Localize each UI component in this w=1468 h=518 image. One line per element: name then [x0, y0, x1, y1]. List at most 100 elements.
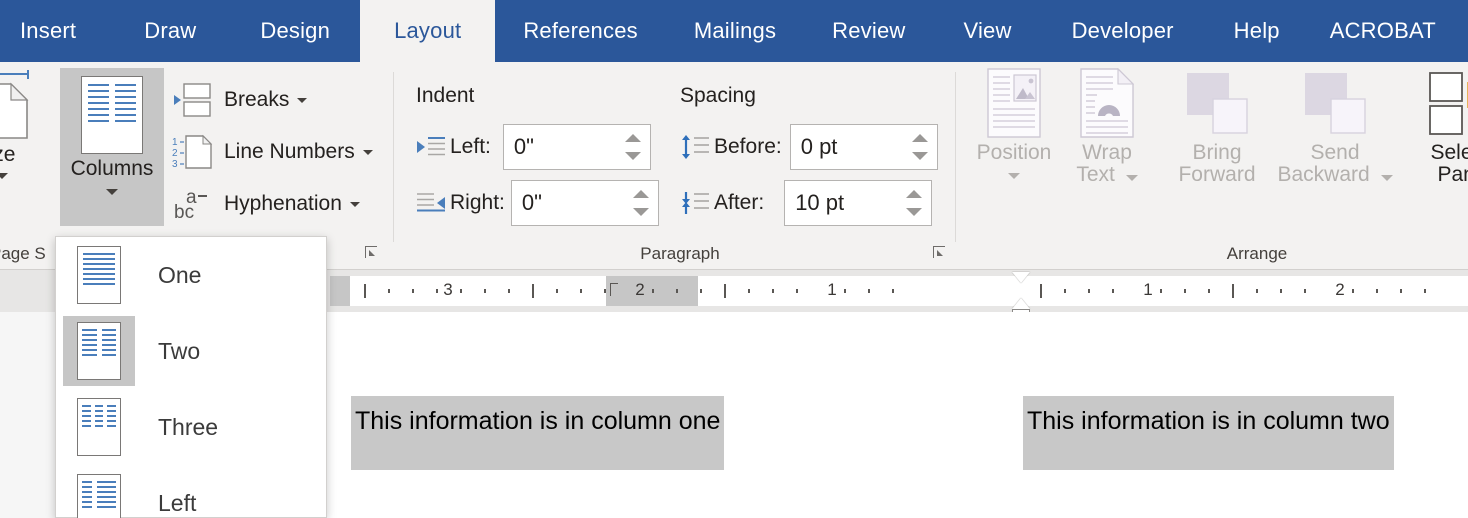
chevron-down-icon[interactable] [349, 201, 360, 207]
group-divider [955, 72, 956, 242]
tab-layout-label: Layout [394, 18, 462, 43]
indent-left-stepper[interactable] [502, 124, 651, 170]
ruler-tick [436, 289, 438, 293]
ruler-tick [1160, 289, 1162, 293]
tab-review[interactable]: Review [804, 0, 933, 62]
spacing-after-row: After: [680, 180, 933, 226]
two-column-icon-box [63, 316, 135, 386]
tab-acrobat[interactable]: ACROBAT [1310, 0, 1456, 62]
columns-button[interactable]: Columns [60, 68, 164, 226]
bring-forward-button-label-line1: Bring [1192, 141, 1242, 164]
chevron-down-icon[interactable] [106, 189, 118, 196]
chevron-down-icon[interactable] [297, 97, 308, 103]
ruler-tick [892, 289, 894, 293]
column-two-paragraph[interactable]: This information is in column two [1023, 396, 1394, 471]
columns-menu-item-one[interactable]: One [56, 237, 326, 313]
selection-pane-button[interactable]: Selecti Pane [1410, 68, 1468, 186]
wrap-text-icon [1080, 67, 1135, 138]
breaks-button[interactable]: Breaks [168, 78, 311, 122]
hyphenation-button-label: Hyphenation [224, 192, 342, 215]
ruler-tick [484, 289, 486, 293]
stepper-up-icon[interactable] [624, 134, 641, 142]
paragraph-dialog-launcher[interactable] [930, 242, 950, 262]
page-setup-dialog-launcher[interactable] [362, 242, 382, 262]
ruler-tick [772, 289, 774, 293]
wrap-text-label2: Text [1076, 163, 1115, 187]
ruler-number: 2 [1335, 280, 1345, 299]
indent-left-icon [416, 134, 446, 160]
ruler-tick [508, 289, 510, 293]
hyphenation-button[interactable]: a bc Hyphenation [168, 182, 364, 226]
spacing-before-input[interactable] [790, 125, 901, 169]
tab-developer-label: Developer [1071, 18, 1174, 43]
tab-view[interactable]: View [933, 0, 1041, 62]
indent-left-input[interactable] [503, 125, 614, 169]
indent-right-input[interactable] [511, 181, 622, 225]
spacing-after-stepper[interactable] [784, 180, 933, 226]
tab-design[interactable]: Design [230, 0, 360, 62]
stepper-down-icon[interactable] [906, 208, 923, 216]
indent-right-arrows [628, 181, 654, 225]
spacing-header: Spacing [680, 84, 756, 107]
tab-layout[interactable]: Layout [360, 0, 496, 62]
document-page[interactable]: This information is in column one This i… [310, 312, 1468, 518]
stepper-down-icon[interactable] [632, 208, 649, 216]
left-column-icon [77, 474, 121, 518]
ruler[interactable]: 3 2 1 1 2 [350, 272, 1468, 318]
stepper-up-icon[interactable] [906, 190, 923, 198]
tab-mailings[interactable]: Mailings [666, 0, 804, 62]
chevron-down-icon[interactable] [0, 173, 8, 180]
tab-references[interactable]: References [495, 0, 666, 62]
ruler-tick [1424, 289, 1426, 293]
tab-help-label: Help [1233, 18, 1280, 43]
stepper-down-icon[interactable] [624, 152, 641, 160]
ruler-tick [388, 289, 390, 293]
stepper-down-icon[interactable] [911, 152, 928, 160]
spacing-before-arrows [907, 125, 933, 169]
ruler-tick [1112, 289, 1114, 293]
hanging-indent-marker[interactable] [1012, 298, 1030, 309]
tab-help[interactable]: Help [1204, 0, 1310, 62]
indent-right-icon [416, 190, 446, 216]
stepper-up-icon[interactable] [632, 190, 649, 198]
first-line-indent-marker[interactable] [1012, 272, 1030, 283]
page-size-icon [0, 68, 33, 140]
chevron-down-icon[interactable] [362, 149, 373, 155]
ruler-tick [796, 289, 798, 293]
position-button-label: Position [976, 141, 1052, 164]
spacing-after-label: After: [714, 191, 765, 214]
ruler-tick [844, 289, 846, 293]
ruler-tick [676, 289, 678, 293]
columns-menu-item-three-label: Three [158, 413, 219, 440]
spacing-before-stepper[interactable] [789, 124, 938, 170]
selection-pane-button-label-line1: Selecti [1430, 141, 1468, 164]
size-button[interactable]: ize [0, 68, 50, 180]
chevron-down-icon [1380, 175, 1393, 182]
columns-dropdown-menu[interactable]: One Two Three Left [55, 236, 327, 518]
send-backward-button-label-line1: Send [1310, 141, 1360, 164]
spacing-before-icon [680, 134, 710, 160]
indent-header: Indent [416, 84, 475, 107]
tab-draw-label: Draw [144, 18, 197, 43]
tab-draw[interactable]: Draw [110, 0, 230, 62]
tab-developer[interactable]: Developer [1042, 0, 1204, 62]
ruler-tick [1280, 289, 1282, 293]
indent-right-stepper[interactable] [510, 180, 659, 226]
three-column-icon [77, 398, 121, 456]
ruler-tick [604, 289, 606, 293]
columns-menu-item-left[interactable]: Left [56, 465, 326, 518]
column-one-paragraph[interactable]: This information is in column one [351, 396, 725, 471]
group-arrange: Position Wrap Text Bring Forward Send Ba… [962, 62, 1468, 270]
ruler-number: 1 [827, 280, 837, 299]
spacing-after-input[interactable] [785, 181, 896, 225]
tab-insert[interactable]: Insert [0, 0, 110, 62]
line-numbers-button[interactable]: 1 2 3 Line Numbers [168, 130, 377, 174]
ruler-tick [748, 289, 750, 293]
svg-text:2: 2 [172, 148, 178, 159]
columns-menu-item-three[interactable]: Three [56, 389, 326, 465]
columns-menu-item-two[interactable]: Two [56, 313, 326, 389]
ruler-number: 1 [1143, 280, 1153, 299]
stepper-up-icon[interactable] [911, 134, 928, 142]
ruler-tick [1040, 284, 1042, 298]
svg-text:bc: bc [174, 202, 194, 223]
